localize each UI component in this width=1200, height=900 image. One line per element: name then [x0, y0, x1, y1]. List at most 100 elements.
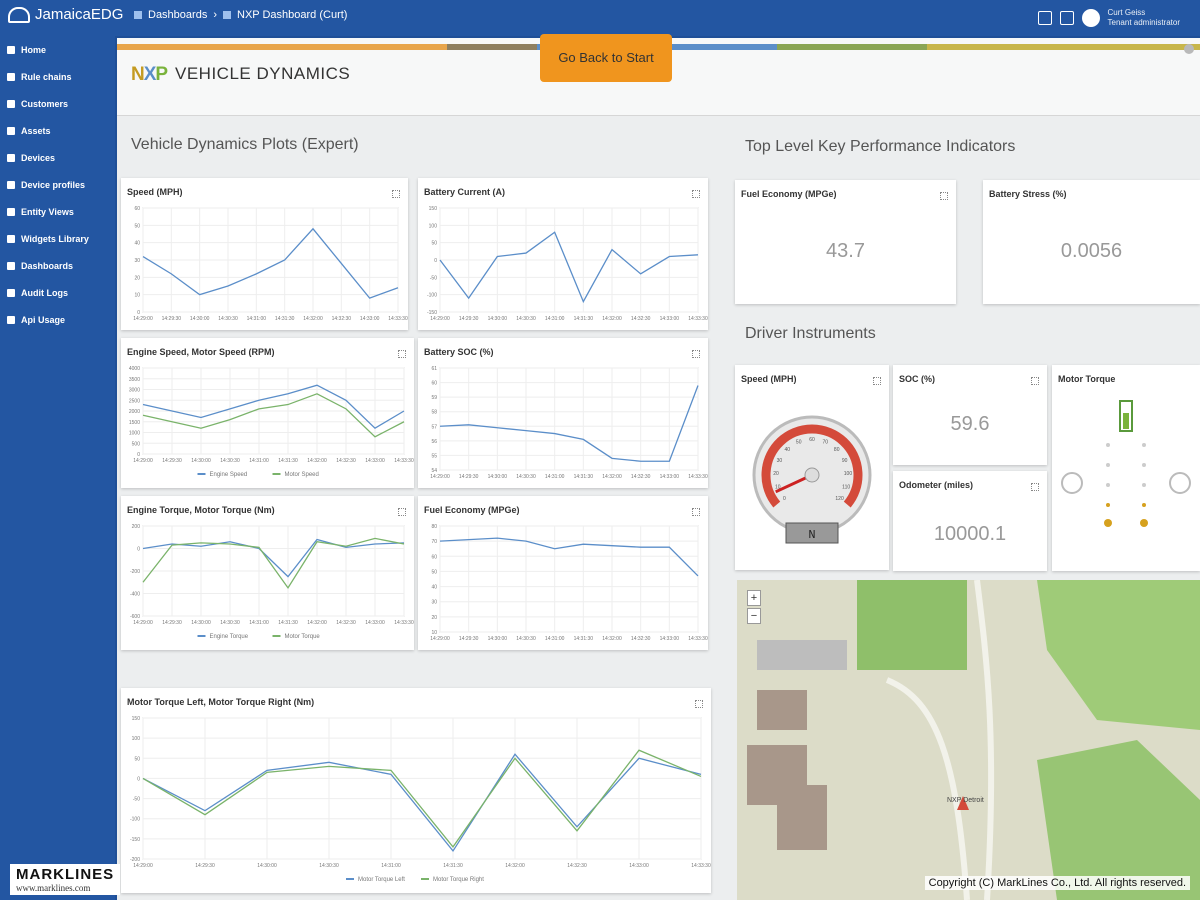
x-tick-label: 14:30:00: [191, 620, 211, 626]
sidebar-item-dashboards[interactable]: Dashboards: [0, 252, 115, 279]
instrument-odometer: Odometer (miles) 10000.1: [893, 471, 1047, 571]
plot-area: [439, 525, 699, 633]
panel-motor-torque-lr: Motor Torque Left, Motor Torque Right (N…: [121, 688, 711, 893]
fuel-economy-chart: 102030405060708014:29:00 14:29:30 14:30:00…: [430, 524, 708, 642]
x-tick-label: 14:30:00: [257, 863, 277, 869]
x-tick-label: 14:30:30: [516, 474, 536, 480]
sidebar-item-widgets-library[interactable]: Widgets Library: [0, 225, 115, 252]
x-tick-label: 14:33:00: [629, 863, 649, 869]
gauge-tick-label: 110: [842, 484, 850, 490]
gauge-tick-label: 120: [835, 496, 844, 502]
fullscreen-icon[interactable]: [1031, 377, 1039, 385]
y-tick-label: 80: [431, 524, 437, 530]
x-tick-label: 14:29:30: [459, 316, 479, 322]
y-tick-label: 100: [429, 223, 438, 229]
sidebar-item-customers[interactable]: Customers: [0, 90, 115, 117]
battery-current-chart: -150-100-5005010015014:29:00 14:29:30 14:3…: [427, 206, 708, 322]
x-tick-label: 14:32:30: [336, 458, 356, 464]
y-tick-label: 200: [132, 524, 141, 530]
engine-speed-chart: 0500100015002000250030003500400014:29:00…: [129, 366, 414, 478]
sidebar-item-rule-chains[interactable]: Rule chains: [0, 63, 115, 90]
sidebar-item-api-usage[interactable]: Api Usage: [0, 306, 115, 333]
notifications-icon[interactable]: [1059, 11, 1074, 25]
panel-battery-soc: Battery SOC (%) 54 55 56 57 58 59 60 61 14:29:00…: [418, 338, 708, 488]
instrument-label: SOC (%): [899, 374, 935, 384]
scroll-indicator[interactable]: [1184, 44, 1194, 54]
go-back-to-start-button[interactable]: Go Back to Start: [540, 34, 672, 82]
x-tick-label: 14:29:30: [459, 474, 479, 480]
fullscreen-icon[interactable]: [940, 192, 948, 200]
sidebar: Home Rule chains Customers Assets Device…: [0, 36, 115, 900]
y-tick-label: 10: [134, 293, 140, 299]
dot-icon: [1142, 463, 1146, 467]
sidebar-item-device-profiles[interactable]: Device profiles: [0, 171, 115, 198]
zoom-in-button[interactable]: +: [747, 590, 761, 606]
x-tick-label: 14:29:00: [133, 863, 153, 869]
building: [777, 790, 827, 850]
sidebar-item-assets[interactable]: Assets: [0, 117, 115, 144]
battery-level: [1123, 413, 1129, 429]
y-tick-label: 20: [134, 275, 140, 281]
x-tick-label: 14:30:30: [319, 863, 339, 869]
copyright-text: Copyright (C) MarkLines Co., Ltd. All ri…: [924, 876, 1190, 890]
sidebar-item-entity-views[interactable]: Entity Views: [0, 198, 115, 225]
dot-icon: [1106, 503, 1110, 507]
app-name: JamaicaEDG: [35, 6, 124, 23]
sidebar-item-audit-logs[interactable]: Audit Logs: [0, 279, 115, 306]
app-logo[interactable]: JamaicaEDG: [8, 6, 123, 23]
dot-icon: [1142, 483, 1146, 487]
map[interactable]: NXP Detroit + −: [737, 580, 1200, 900]
x-tick-label: 14:33:30: [688, 474, 708, 480]
sidebar-item-devices[interactable]: Devices: [0, 144, 115, 171]
plot-area: [142, 717, 702, 860]
x-tick-label: 14:30:30: [516, 636, 536, 642]
y-tick-label: 40: [134, 241, 140, 247]
instrument-motor-torque: Motor Torque: [1052, 365, 1200, 571]
dot-icon: [1106, 483, 1110, 487]
x-tick-label: 14:33:30: [691, 863, 711, 869]
sidebar-item-label: Rule chains: [21, 71, 72, 82]
x-tick-label: 14:31:00: [545, 316, 565, 322]
y-tick-label: 0: [137, 776, 140, 782]
battery-soc-chart: 545556575859606114:29:00 14:29:30 14:30:00…: [430, 366, 708, 480]
x-tick-label: 14:31:30: [278, 458, 298, 464]
x-tick-label: 14:33:00: [660, 474, 680, 480]
stripe: [447, 44, 537, 50]
stripe: [117, 44, 447, 50]
x-tick-label: 14:29:30: [162, 316, 182, 322]
x-tick-label: 14:33:30: [394, 620, 414, 626]
dot-icon: [1106, 463, 1110, 467]
avatar[interactable]: [1081, 9, 1100, 27]
section-title-driver: Driver Instruments: [745, 325, 876, 342]
y-tick-label: 2500: [129, 398, 140, 404]
y-tick-label: 30: [134, 258, 140, 264]
panel-battery-current: Battery Current (A) -150 -100 -50 0 50 100 150…: [418, 178, 708, 330]
y-tick-label: 30: [431, 600, 437, 606]
breadcrumb-dashboards[interactable]: Dashboards: [148, 9, 207, 21]
kpi-label: Fuel Economy (MPGe): [741, 189, 837, 199]
y-tick-label: 59: [431, 395, 437, 401]
user-info[interactable]: Curt Geiss Tenant administrator: [1108, 8, 1180, 28]
x-tick-label: 14:32:30: [631, 316, 651, 322]
fullscreen-icon[interactable]: [1037, 11, 1052, 25]
y-tick-label: 56: [431, 439, 437, 445]
sidebar-item-label: Api Usage: [21, 314, 66, 325]
y-tick-label: 61: [431, 366, 437, 372]
motor-torque-graphic: [1061, 400, 1191, 527]
instrument-value: 59.6: [950, 413, 990, 435]
entity-views-icon: [7, 207, 15, 216]
x-tick-label: 14:30:30: [516, 316, 536, 322]
y-tick-label: 1500: [129, 420, 140, 426]
gauge-tick-label: 30: [777, 458, 783, 464]
map-tiles: NXP Detroit: [737, 580, 1200, 900]
speed-chart: 010203040506014:29:00 14:29:30 14:30:00 14:…: [133, 206, 408, 322]
gauge-tick-label: 20: [773, 471, 779, 477]
x-tick-label: 14:31:30: [278, 620, 298, 626]
fullscreen-icon[interactable]: [1031, 483, 1039, 491]
x-tick-label: 14:33:30: [394, 458, 414, 464]
x-tick-label: 14:31:30: [275, 316, 295, 322]
sidebar-item-home[interactable]: Home: [0, 36, 115, 63]
y-tick-label: -50: [133, 797, 140, 803]
breadcrumb-current: NXP Dashboard (Curt): [237, 9, 348, 21]
zoom-out-button[interactable]: −: [747, 608, 761, 624]
